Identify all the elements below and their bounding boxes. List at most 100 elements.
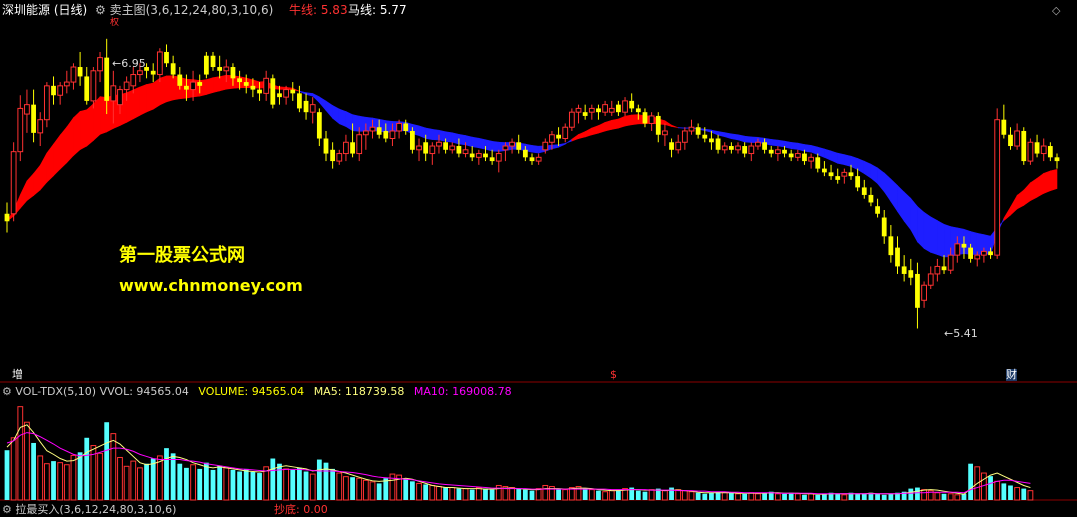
volume-bar-up (795, 494, 800, 500)
candle-body-up (536, 157, 541, 161)
main-header: 深圳能源 (日线) ⚙ 卖主图(3,6,12,24,80,3,10,6) (2, 3, 273, 17)
bear-band-segment (751, 137, 758, 143)
candle-body-up (131, 75, 136, 86)
volume-bar-up (676, 490, 681, 500)
candle-body-up (1028, 142, 1033, 161)
vol-settings-gear-icon[interactable]: ⚙ (2, 385, 12, 398)
volume-bar-down (1021, 489, 1026, 500)
volume-bar-up (38, 456, 43, 500)
volume-bar-down (915, 488, 920, 500)
candle-body-up (284, 90, 289, 98)
bull-band-segment (206, 78, 213, 95)
bear-band-segment (917, 207, 924, 249)
bull-band-segment (1010, 195, 1017, 215)
candle-body-up (609, 108, 614, 112)
ma10-value: 169008.78 (452, 385, 512, 398)
volume-bar-down (802, 495, 807, 500)
volume-bar-down (968, 464, 973, 500)
volume-bar-down (231, 470, 236, 500)
bear-band-segment (313, 94, 320, 103)
volume-bar-down (815, 495, 820, 500)
volume-bar-up (430, 485, 435, 500)
candle-body-up (589, 108, 594, 112)
bear-band-segment (871, 164, 878, 183)
candle-body-up (124, 82, 129, 90)
cai-marker: 财 (1006, 369, 1017, 381)
bear-band-segment (532, 145, 539, 153)
candle-body-up (496, 154, 501, 162)
volume-bar-down (782, 494, 787, 500)
vol-indicator-name: VOL-TDX(5,10) (15, 385, 96, 398)
candle-body-up (363, 131, 368, 135)
volume-bar-up (124, 466, 129, 500)
volume-bar-down (516, 489, 521, 500)
candle-body-down (643, 112, 648, 123)
candle-body-down (869, 195, 874, 203)
candle-body-up (191, 82, 196, 90)
candle-body-down (443, 142, 448, 150)
candle-body-up (264, 78, 269, 93)
watermark-cn: 第一股票公式网 (119, 241, 245, 267)
candle-body-down (629, 101, 634, 109)
bear-band-segment (791, 142, 798, 149)
volume-bar-down (729, 493, 734, 500)
dollar-marker: $ (610, 369, 617, 381)
volume-bar-up (935, 493, 940, 500)
candle-body-down (596, 108, 601, 112)
volume-bar-up (44, 464, 49, 500)
bull-band-segment (153, 78, 160, 109)
bear-band-segment (864, 161, 871, 178)
candle-body-down (377, 127, 382, 135)
bottom-gear-icon[interactable]: ⚙ (2, 503, 12, 516)
volume-bar-down (51, 461, 56, 500)
candle-body-down (244, 82, 249, 86)
high-price-value: 6.95 (121, 57, 146, 70)
candle-body-down (815, 157, 820, 168)
candle-body-up (390, 131, 395, 139)
volume-bar-down (596, 491, 601, 500)
candle-body-up (476, 154, 481, 158)
candle-body-up (58, 86, 63, 95)
volume-bar-down (211, 470, 216, 500)
volume-bar-up (25, 422, 30, 500)
candle-body-up (510, 142, 515, 146)
settings-gear-icon[interactable]: ⚙ (95, 3, 106, 17)
bull-value: 5.83 (321, 3, 348, 17)
candle-body-down (1055, 157, 1060, 161)
bull-band-segment (166, 76, 173, 102)
volume-bar-up (417, 483, 422, 500)
bull-band-segment (67, 118, 74, 163)
volume-bar-down (709, 493, 714, 500)
collapse-up-icon[interactable]: ◇ (1052, 4, 1064, 16)
bull-band-segment (60, 127, 67, 169)
candle-body-up (935, 266, 940, 274)
volume-bar-up (131, 461, 136, 500)
volume-bar-up (58, 463, 63, 500)
candle-body-down (1035, 142, 1040, 153)
volume-bar-down (144, 464, 149, 500)
candle-body-up (111, 86, 116, 101)
bear-band-segment (937, 221, 944, 257)
candle-body-down (862, 187, 867, 195)
bear-band-segment (479, 138, 486, 149)
volume-header: ⚙ VOL-TDX(5,10) VVOL: 94565.04 VOLUME: 9… (2, 385, 512, 399)
volume-bar-up (138, 468, 143, 500)
volume-bar-down (177, 464, 182, 500)
candle-body-up (955, 244, 960, 255)
volume-bar-up (775, 494, 780, 500)
volume-bar-up (756, 494, 761, 500)
horse-line-readout: 马线: 5.77 (348, 3, 407, 17)
candle-body-down (849, 172, 854, 176)
candle-body-down (383, 131, 388, 139)
candle-body-up (736, 146, 741, 150)
candle-body-down (616, 105, 621, 113)
candle-body-down (716, 139, 721, 150)
volume-bar-down (988, 476, 993, 500)
candle-body-down (530, 157, 535, 161)
volume-bar-up (922, 490, 927, 500)
candle-body-up (676, 142, 681, 150)
candle-body-down (636, 108, 641, 112)
bull-band-segment (1044, 171, 1051, 193)
volume-bar-down (789, 493, 794, 500)
volume-bar-down (104, 422, 109, 500)
